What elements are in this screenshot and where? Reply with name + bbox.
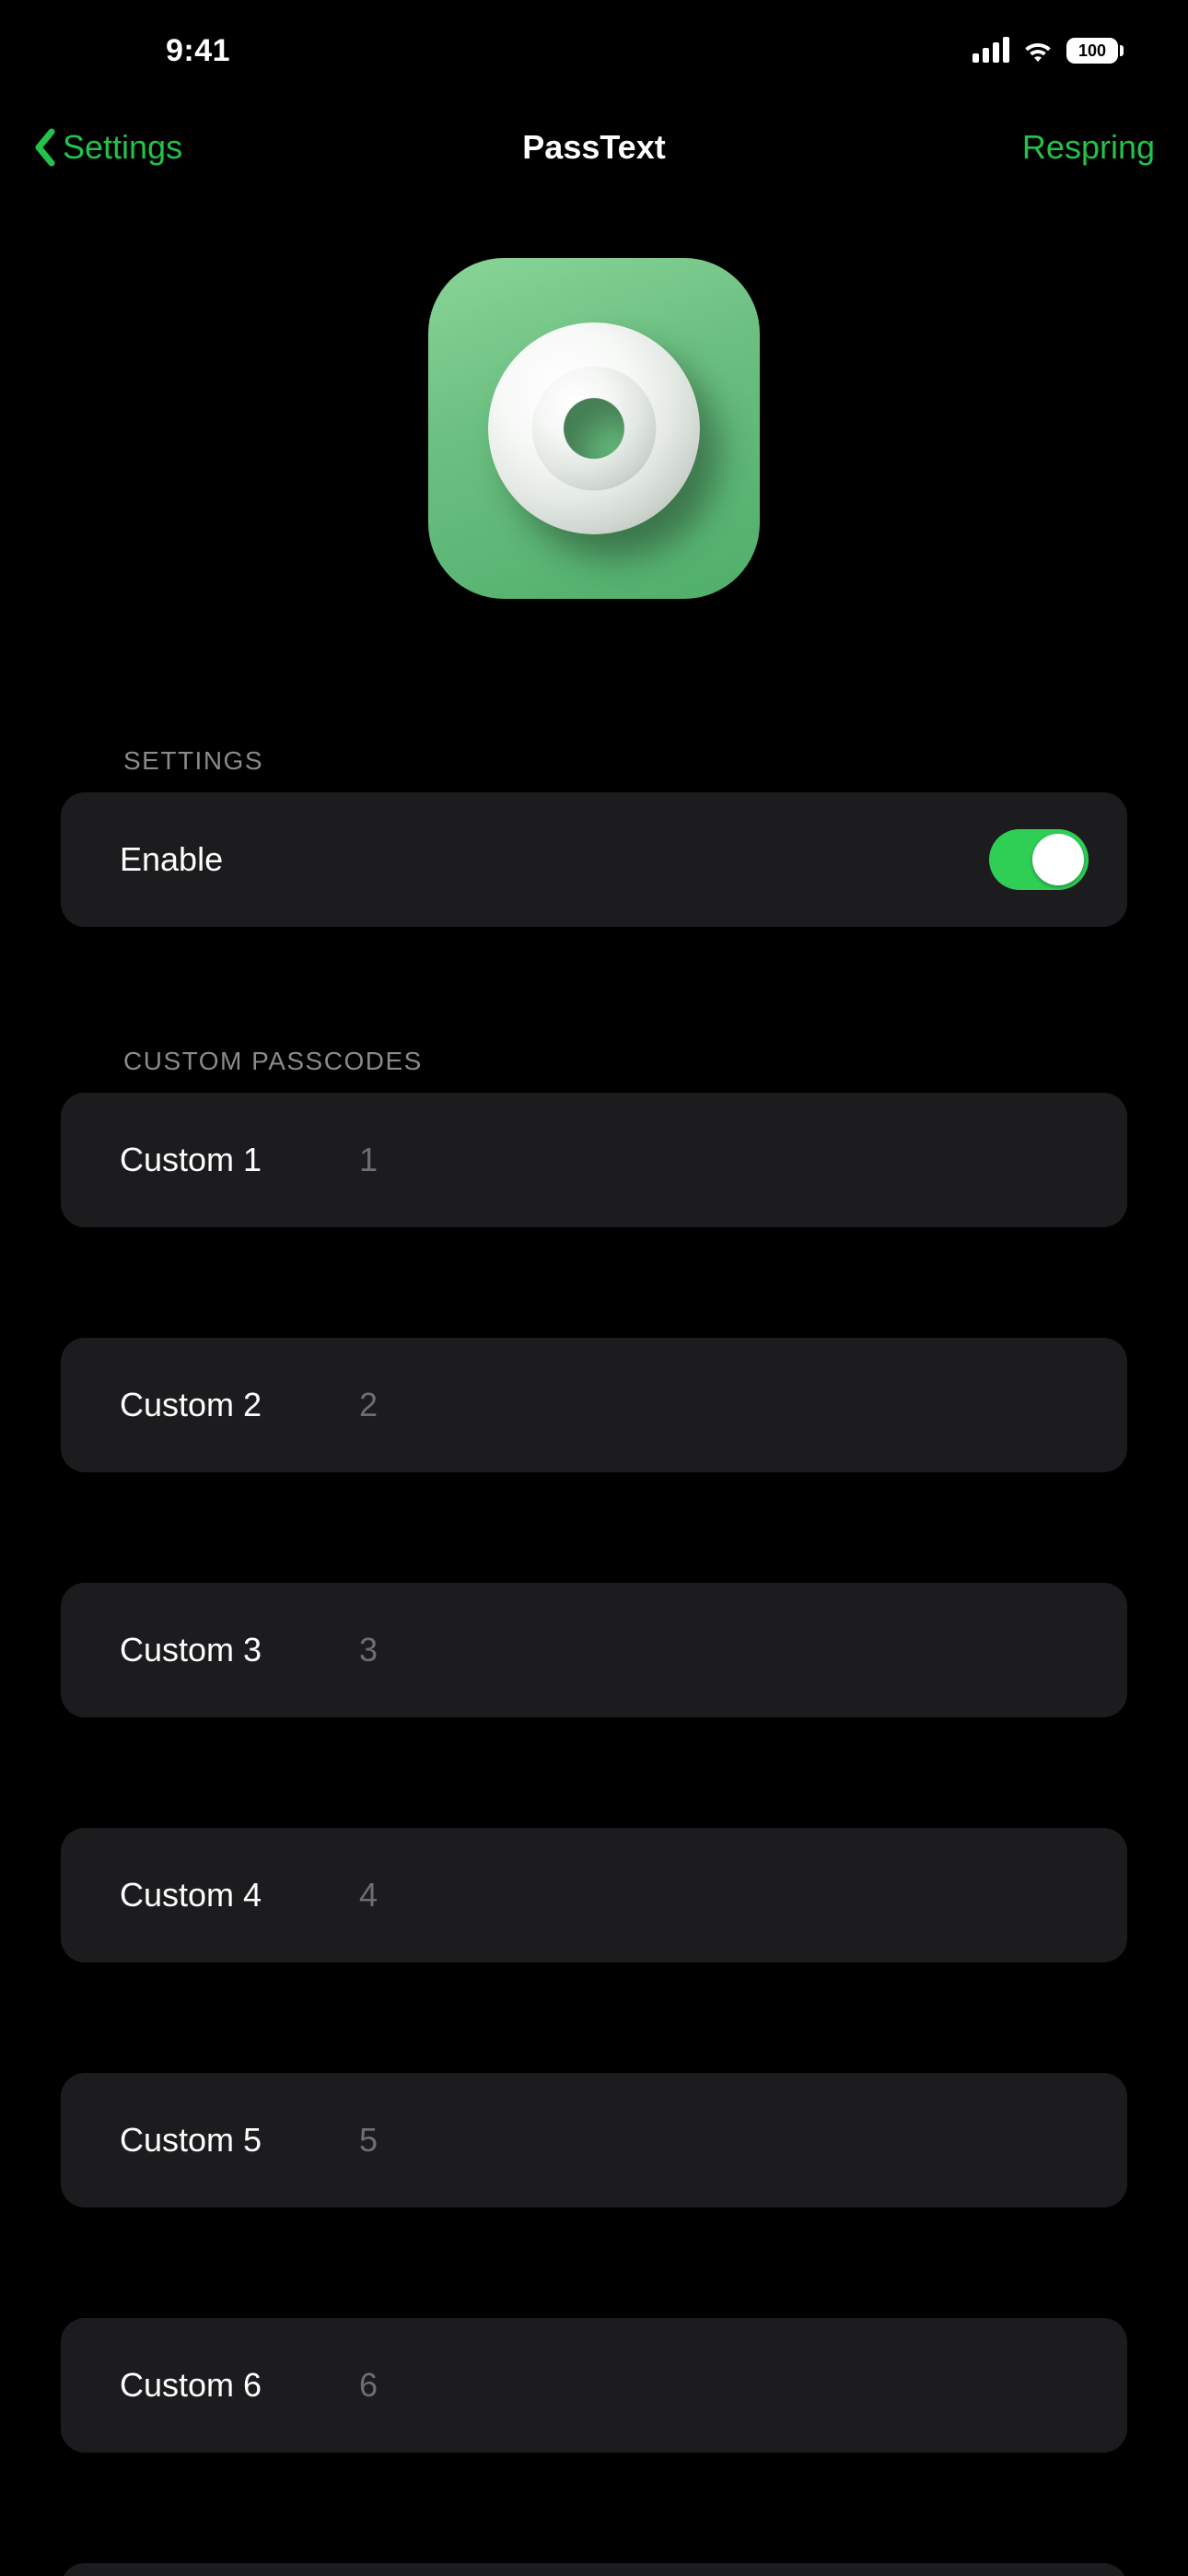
passcode-cell[interactable]: Custom 3 <box>61 1583 1127 1717</box>
passcode-input[interactable] <box>359 1631 1089 1669</box>
status-bar: 9:41 100 <box>0 0 1188 101</box>
passcode-input[interactable] <box>359 1141 1089 1179</box>
screen: 9:41 100 Settings PassText Respring <box>0 0 1188 2576</box>
cellular-icon <box>973 39 1009 63</box>
content: SETTINGS Enable CUSTOM PASSCODES Custom … <box>0 728 1188 2576</box>
respring-button[interactable]: Respring <box>1022 128 1155 167</box>
status-right: 100 <box>973 38 1124 64</box>
passcode-cell[interactable]: Custom 1 <box>61 1093 1127 1227</box>
hero <box>0 193 1188 728</box>
back-button[interactable]: Settings <box>33 128 182 167</box>
passcode-cell[interactable]: Custom 6 <box>61 2318 1127 2453</box>
app-icon <box>428 258 760 599</box>
passcode-label: Custom 6 <box>120 2366 359 2405</box>
enable-label: Enable <box>120 840 359 879</box>
passcode-label: Custom 5 <box>120 2121 359 2160</box>
passcode-cell[interactable]: Custom 7 <box>61 2563 1127 2576</box>
passcode-cell[interactable]: Custom 5 <box>61 2073 1127 2207</box>
passcode-label: Custom 3 <box>120 1631 359 1669</box>
wifi-icon <box>1022 39 1054 63</box>
passcode-input[interactable] <box>359 2366 1089 2405</box>
passcode-cell[interactable]: Custom 2 <box>61 1338 1127 1472</box>
section-header-settings: SETTINGS <box>61 728 1127 792</box>
passcode-label: Custom 1 <box>120 1141 359 1179</box>
battery-level: 100 <box>1078 41 1106 61</box>
passcode-input[interactable] <box>359 2121 1089 2160</box>
enable-cell[interactable]: Enable <box>61 792 1127 927</box>
passcode-cell[interactable]: Custom 4 <box>61 1828 1127 1962</box>
torus-icon <box>488 322 700 534</box>
section-header-passcodes: CUSTOM PASSCODES <box>61 1028 1127 1093</box>
status-time: 9:41 <box>166 33 230 69</box>
passcode-label: Custom 4 <box>120 1876 359 1914</box>
nav-bar: Settings PassText Respring <box>0 101 1188 193</box>
chevron-left-icon <box>33 128 57 167</box>
passcode-input[interactable] <box>359 1876 1089 1914</box>
back-label: Settings <box>63 128 182 167</box>
passcode-input[interactable] <box>359 1386 1089 1424</box>
passcode-label: Custom 2 <box>120 1386 359 1424</box>
battery-icon: 100 <box>1066 38 1124 64</box>
enable-toggle[interactable] <box>989 829 1089 890</box>
